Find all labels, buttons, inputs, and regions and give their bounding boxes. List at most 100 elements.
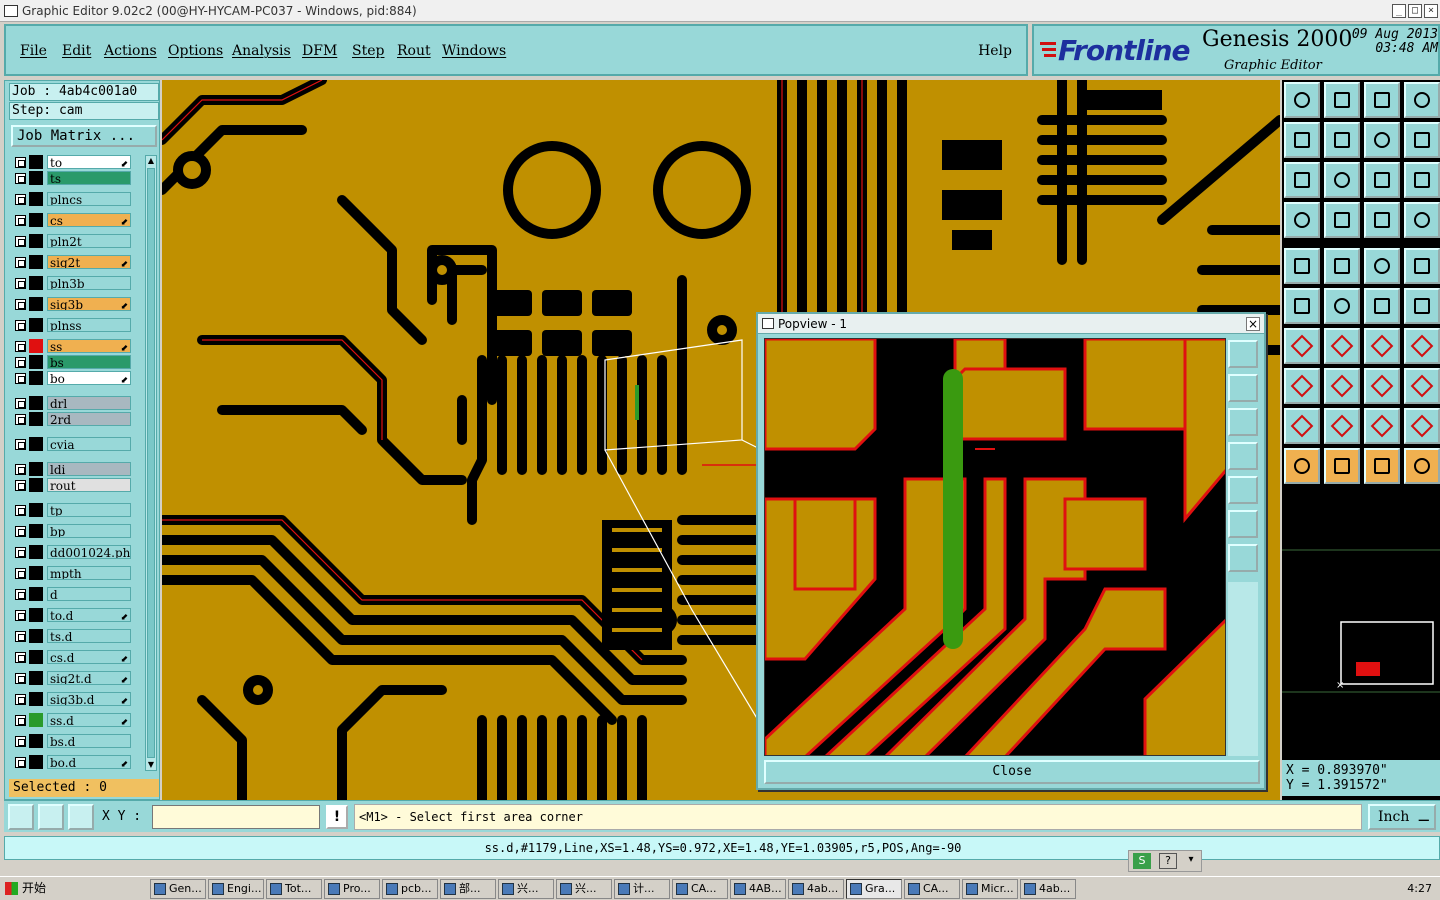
layer-name[interactable]: pln3b: [47, 276, 131, 290]
line-icon[interactable]: [1324, 328, 1360, 364]
layer-color-swatch[interactable]: [29, 396, 43, 410]
layer-name[interactable]: ss ⬋: [47, 339, 131, 353]
layer-checkbox[interactable]: [15, 568, 26, 579]
layer-name[interactable]: dd001024.pho: [47, 545, 131, 559]
layer-checkbox[interactable]: [15, 526, 26, 537]
layer-color-swatch[interactable]: [29, 412, 43, 426]
job-matrix-button[interactable]: Job Matrix ...: [11, 125, 157, 147]
layer-row[interactable]: ldi: [9, 462, 131, 476]
layer-name[interactable]: rout: [47, 478, 131, 492]
menu-analysis[interactable]: Analysis: [232, 43, 291, 59]
measure-icon[interactable]: [38, 804, 64, 830]
triangle2-icon[interactable]: [1324, 408, 1360, 444]
menu-help[interactable]: Help: [978, 43, 1012, 59]
layer-name[interactable]: drl: [47, 396, 131, 410]
popview-zoom-out-button[interactable]: [1228, 408, 1258, 436]
save-icon[interactable]: [1324, 82, 1360, 118]
layer-checkbox[interactable]: [15, 299, 26, 310]
layer-color-swatch[interactable]: [29, 734, 43, 748]
move-left-icon[interactable]: [1284, 122, 1320, 158]
line-angle-icon[interactable]: [1284, 328, 1320, 364]
layer-name[interactable]: to ⬋: [47, 155, 131, 169]
layer-checkbox[interactable]: [15, 505, 26, 516]
layer-name[interactable]: sig3b.d ⬋: [47, 692, 131, 706]
layer-stack-icon[interactable]: [1364, 202, 1400, 238]
menu-windows[interactable]: Windows: [442, 43, 506, 59]
popview-center-button[interactable]: [1228, 544, 1258, 572]
layer-row[interactable]: bo.d ⬋: [9, 755, 131, 769]
minimize-button[interactable]: _: [1392, 4, 1406, 18]
layer-row[interactable]: cs ⬋: [9, 213, 131, 227]
layer-name[interactable]: cvia: [47, 437, 131, 451]
popview-scrollbar[interactable]: [1228, 582, 1258, 756]
layer-checkbox[interactable]: [15, 757, 26, 768]
layer-name[interactable]: sig2t ⬋: [47, 255, 131, 269]
layer-name[interactable]: bs: [47, 355, 131, 369]
layer-name[interactable]: ts.d: [47, 629, 131, 643]
layer-name[interactable]: bs.d: [47, 734, 131, 748]
popview-zoom-home-button[interactable]: [1228, 340, 1258, 368]
layer-row[interactable]: to ⬋: [9, 155, 131, 169]
pad-icon[interactable]: [1284, 248, 1320, 284]
layer-color-swatch[interactable]: [29, 297, 43, 311]
taskbar-item[interactable]: 计...: [614, 879, 670, 899]
layer-row[interactable]: mpth: [9, 566, 131, 580]
layer-name[interactable]: d: [47, 587, 131, 601]
dimension-icon[interactable]: [1364, 368, 1400, 404]
segment-icon[interactable]: [1324, 368, 1360, 404]
layer-checkbox[interactable]: [15, 194, 26, 205]
grid-icon[interactable]: [68, 804, 94, 830]
taskbar-item[interactable]: 4ab...: [1020, 879, 1076, 899]
layer-name[interactable]: bo ⬋: [47, 371, 131, 385]
layer-checkbox[interactable]: [15, 320, 26, 331]
layer-color-swatch[interactable]: [29, 478, 43, 492]
layer-color-swatch[interactable]: [29, 671, 43, 685]
layer-color-swatch[interactable]: [29, 371, 43, 385]
popview-close-button[interactable]: Close: [764, 760, 1260, 784]
triangle4-icon[interactable]: [1404, 408, 1440, 444]
layer-color-swatch[interactable]: [29, 650, 43, 664]
layer-checkbox[interactable]: [15, 673, 26, 684]
taskbar-item[interactable]: Gra...: [846, 879, 902, 899]
layer-checkbox[interactable]: [15, 652, 26, 663]
layer-checkbox[interactable]: [15, 257, 26, 268]
layer-color-swatch[interactable]: [29, 213, 43, 227]
cross-icon[interactable]: [1324, 288, 1360, 324]
layer-checkbox[interactable]: [15, 236, 26, 247]
popview-close-icon[interactable]: ×: [1246, 317, 1260, 331]
layer-row[interactable]: bs: [9, 355, 131, 369]
layer-name[interactable]: ts: [47, 171, 131, 185]
layer-row[interactable]: plnss: [9, 318, 131, 332]
layer-color-swatch[interactable]: [29, 355, 43, 369]
menu-edit[interactable]: Edit: [62, 43, 91, 59]
layer-name[interactable]: cs ⬋: [47, 213, 131, 227]
layer-color-swatch[interactable]: [29, 255, 43, 269]
layer-checkbox[interactable]: [15, 480, 26, 491]
layer-list-scrollbar[interactable]: ▲ ▼: [145, 155, 157, 771]
grid-icon[interactable]: [1324, 202, 1360, 238]
layer-color-swatch[interactable]: [29, 462, 43, 476]
layer-checkbox[interactable]: [15, 414, 26, 425]
layer-name[interactable]: ss.d ⬋: [47, 713, 131, 727]
zoom-fit-icon[interactable]: [1284, 162, 1320, 198]
move-right-icon[interactable]: [1324, 122, 1360, 158]
layer-row[interactable]: to.d ⬋: [9, 608, 131, 622]
taskbar-item[interactable]: 部...: [440, 879, 496, 899]
layer-row[interactable]: bo ⬋: [9, 371, 131, 385]
layer-color-swatch[interactable]: [29, 192, 43, 206]
taskbar-item[interactable]: 兴...: [556, 879, 612, 899]
layer-checkbox[interactable]: [15, 610, 26, 621]
rout-tool-icon[interactable]: [1284, 202, 1320, 238]
layer-color-swatch[interactable]: [29, 503, 43, 517]
select-box-icon[interactable]: [1324, 448, 1360, 484]
layer-checkbox[interactable]: [15, 715, 26, 726]
layer-row[interactable]: pln2t: [9, 234, 131, 248]
window-icon[interactable]: [1404, 82, 1440, 118]
layer-row[interactable]: pln3b: [9, 276, 131, 290]
layer-row[interactable]: ss ⬋: [9, 339, 131, 353]
layer-checkbox[interactable]: [15, 373, 26, 384]
layer-checkbox[interactable]: [15, 464, 26, 475]
layer-checkbox[interactable]: [15, 589, 26, 600]
circle-icon[interactable]: [1404, 248, 1440, 284]
popview-canvas[interactable]: [764, 338, 1226, 756]
